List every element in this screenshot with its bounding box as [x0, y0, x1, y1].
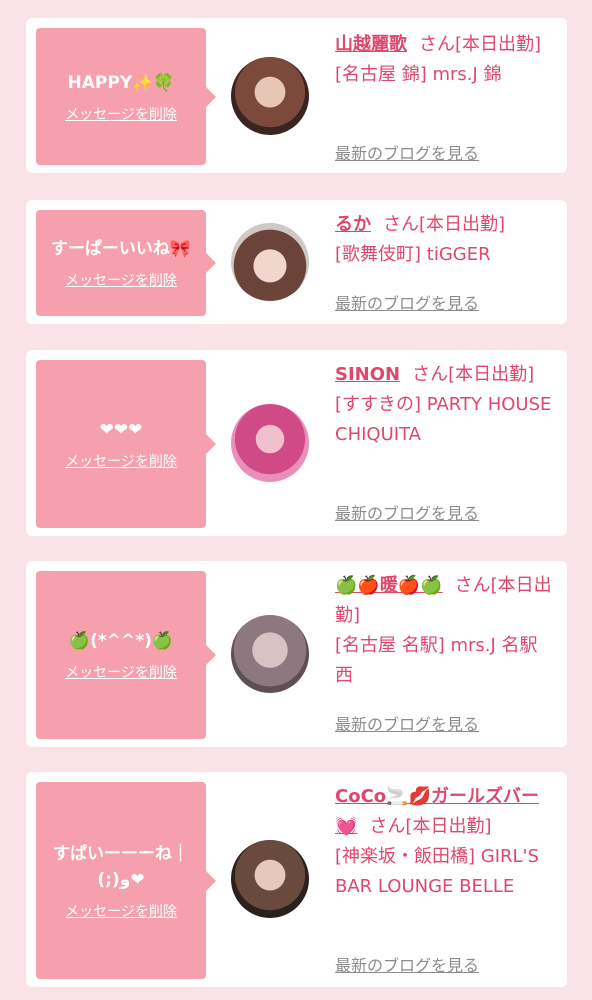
favorite-list: HAPPY✨🍀 メッセージを削除 山越麗歌 さん[本日出勤] [名古屋 錦] mr… — [0, 0, 592, 1000]
cast-card: 🍏(*^^*)🍏 メッセージを削除 🍏🍎暖🍎🍏 さん[本日出勤] [名古屋 名駅]… — [26, 561, 567, 747]
cast-name-link[interactable]: 山越麗歌 — [335, 34, 407, 55]
message-bubble: HAPPY✨🍀 メッセージを削除 — [36, 28, 216, 165]
latest-blog-link[interactable]: 最新のブログを見る — [335, 290, 479, 314]
attendance-status: さん[本日出勤] — [419, 34, 542, 55]
shop-info: [すすきの] PARTY HOUSE CHIQUITA — [335, 394, 552, 445]
message-text: すぱいーーーね｜(;)و❤ — [53, 843, 189, 890]
latest-blog-link[interactable]: 最新のブログを見る — [335, 952, 479, 976]
delete-message-link[interactable]: メッセージを削除 — [65, 662, 177, 682]
avatar[interactable] — [231, 404, 309, 482]
attendance-status: さん[本日出勤] — [412, 364, 535, 385]
cast-info: るか さん[本日出勤] [歌舞伎町] tiGGER — [335, 210, 553, 270]
cast-name-link[interactable]: SINON — [335, 364, 400, 385]
cast-info: 山越麗歌 さん[本日出勤] [名古屋 錦] mrs.J 錦 — [335, 30, 553, 90]
shop-info: [名古屋 名駅] mrs.J 名駅西 — [335, 635, 538, 686]
latest-blog-link[interactable]: 最新のブログを見る — [335, 500, 479, 524]
message-text: HAPPY✨🍀 — [67, 72, 175, 93]
message-text: ❤❤❤ — [99, 420, 143, 440]
delete-message-link[interactable]: メッセージを削除 — [65, 451, 177, 471]
shop-info: [歌舞伎町] tiGGER — [335, 244, 491, 265]
delete-message-link[interactable]: メッセージを削除 — [65, 901, 177, 921]
cast-info: 🍏🍎暖🍎🍏 さん[本日出勤] [名古屋 名駅] mrs.J 名駅西 — [335, 571, 553, 691]
attendance-status: さん[本日出勤] — [383, 214, 506, 235]
shop-info: [神楽坂・飯田橋] GIRL'S BAR LOUNGE BELLE — [335, 846, 539, 897]
shop-info: [名古屋 錦] mrs.J 錦 — [335, 64, 502, 85]
message-text: 🍏(*^^*)🍏 — [68, 631, 174, 651]
avatar[interactable] — [231, 615, 309, 693]
delete-message-link[interactable]: メッセージを削除 — [65, 270, 177, 290]
avatar[interactable] — [231, 223, 309, 301]
delete-message-link[interactable]: メッセージを削除 — [65, 104, 177, 124]
cast-card: すーぱーいいね🎀 メッセージを削除 るか さん[本日出勤] [歌舞伎町] tiGG… — [26, 200, 567, 324]
cast-card: すぱいーーーね｜(;)و❤ メッセージを削除 CoCo🚬💋ガールズバー💓 さん[本… — [26, 772, 567, 987]
attendance-status: さん[本日出勤] — [369, 816, 492, 837]
message-bubble: ❤❤❤ メッセージを削除 — [36, 360, 216, 528]
message-bubble: すーぱーいいね🎀 メッセージを削除 — [36, 210, 216, 316]
cast-card: HAPPY✨🍀 メッセージを削除 山越麗歌 さん[本日出勤] [名古屋 錦] mr… — [26, 18, 567, 173]
cast-info: CoCo🚬💋ガールズバー💓 さん[本日出勤] [神楽坂・飯田橋] GIRL'S B… — [335, 782, 553, 902]
cast-info: SINON さん[本日出勤] [すすきの] PARTY HOUSE CHIQUIT… — [335, 360, 553, 450]
cast-name-link[interactable]: 🍏🍎暖🍎🍏 — [335, 575, 443, 596]
avatar[interactable] — [231, 840, 309, 918]
latest-blog-link[interactable]: 最新のブログを見る — [335, 711, 479, 735]
message-text: すーぱーいいね🎀 — [50, 239, 192, 259]
avatar[interactable] — [231, 57, 309, 135]
message-bubble: 🍏(*^^*)🍏 メッセージを削除 — [36, 571, 216, 739]
latest-blog-link[interactable]: 最新のブログを見る — [335, 140, 479, 164]
message-bubble: すぱいーーーね｜(;)و❤ メッセージを削除 — [36, 782, 216, 979]
cast-name-link[interactable]: るか — [335, 214, 371, 235]
cast-card: ❤❤❤ メッセージを削除 SINON さん[本日出勤] [すすきの] PARTY … — [26, 350, 567, 536]
